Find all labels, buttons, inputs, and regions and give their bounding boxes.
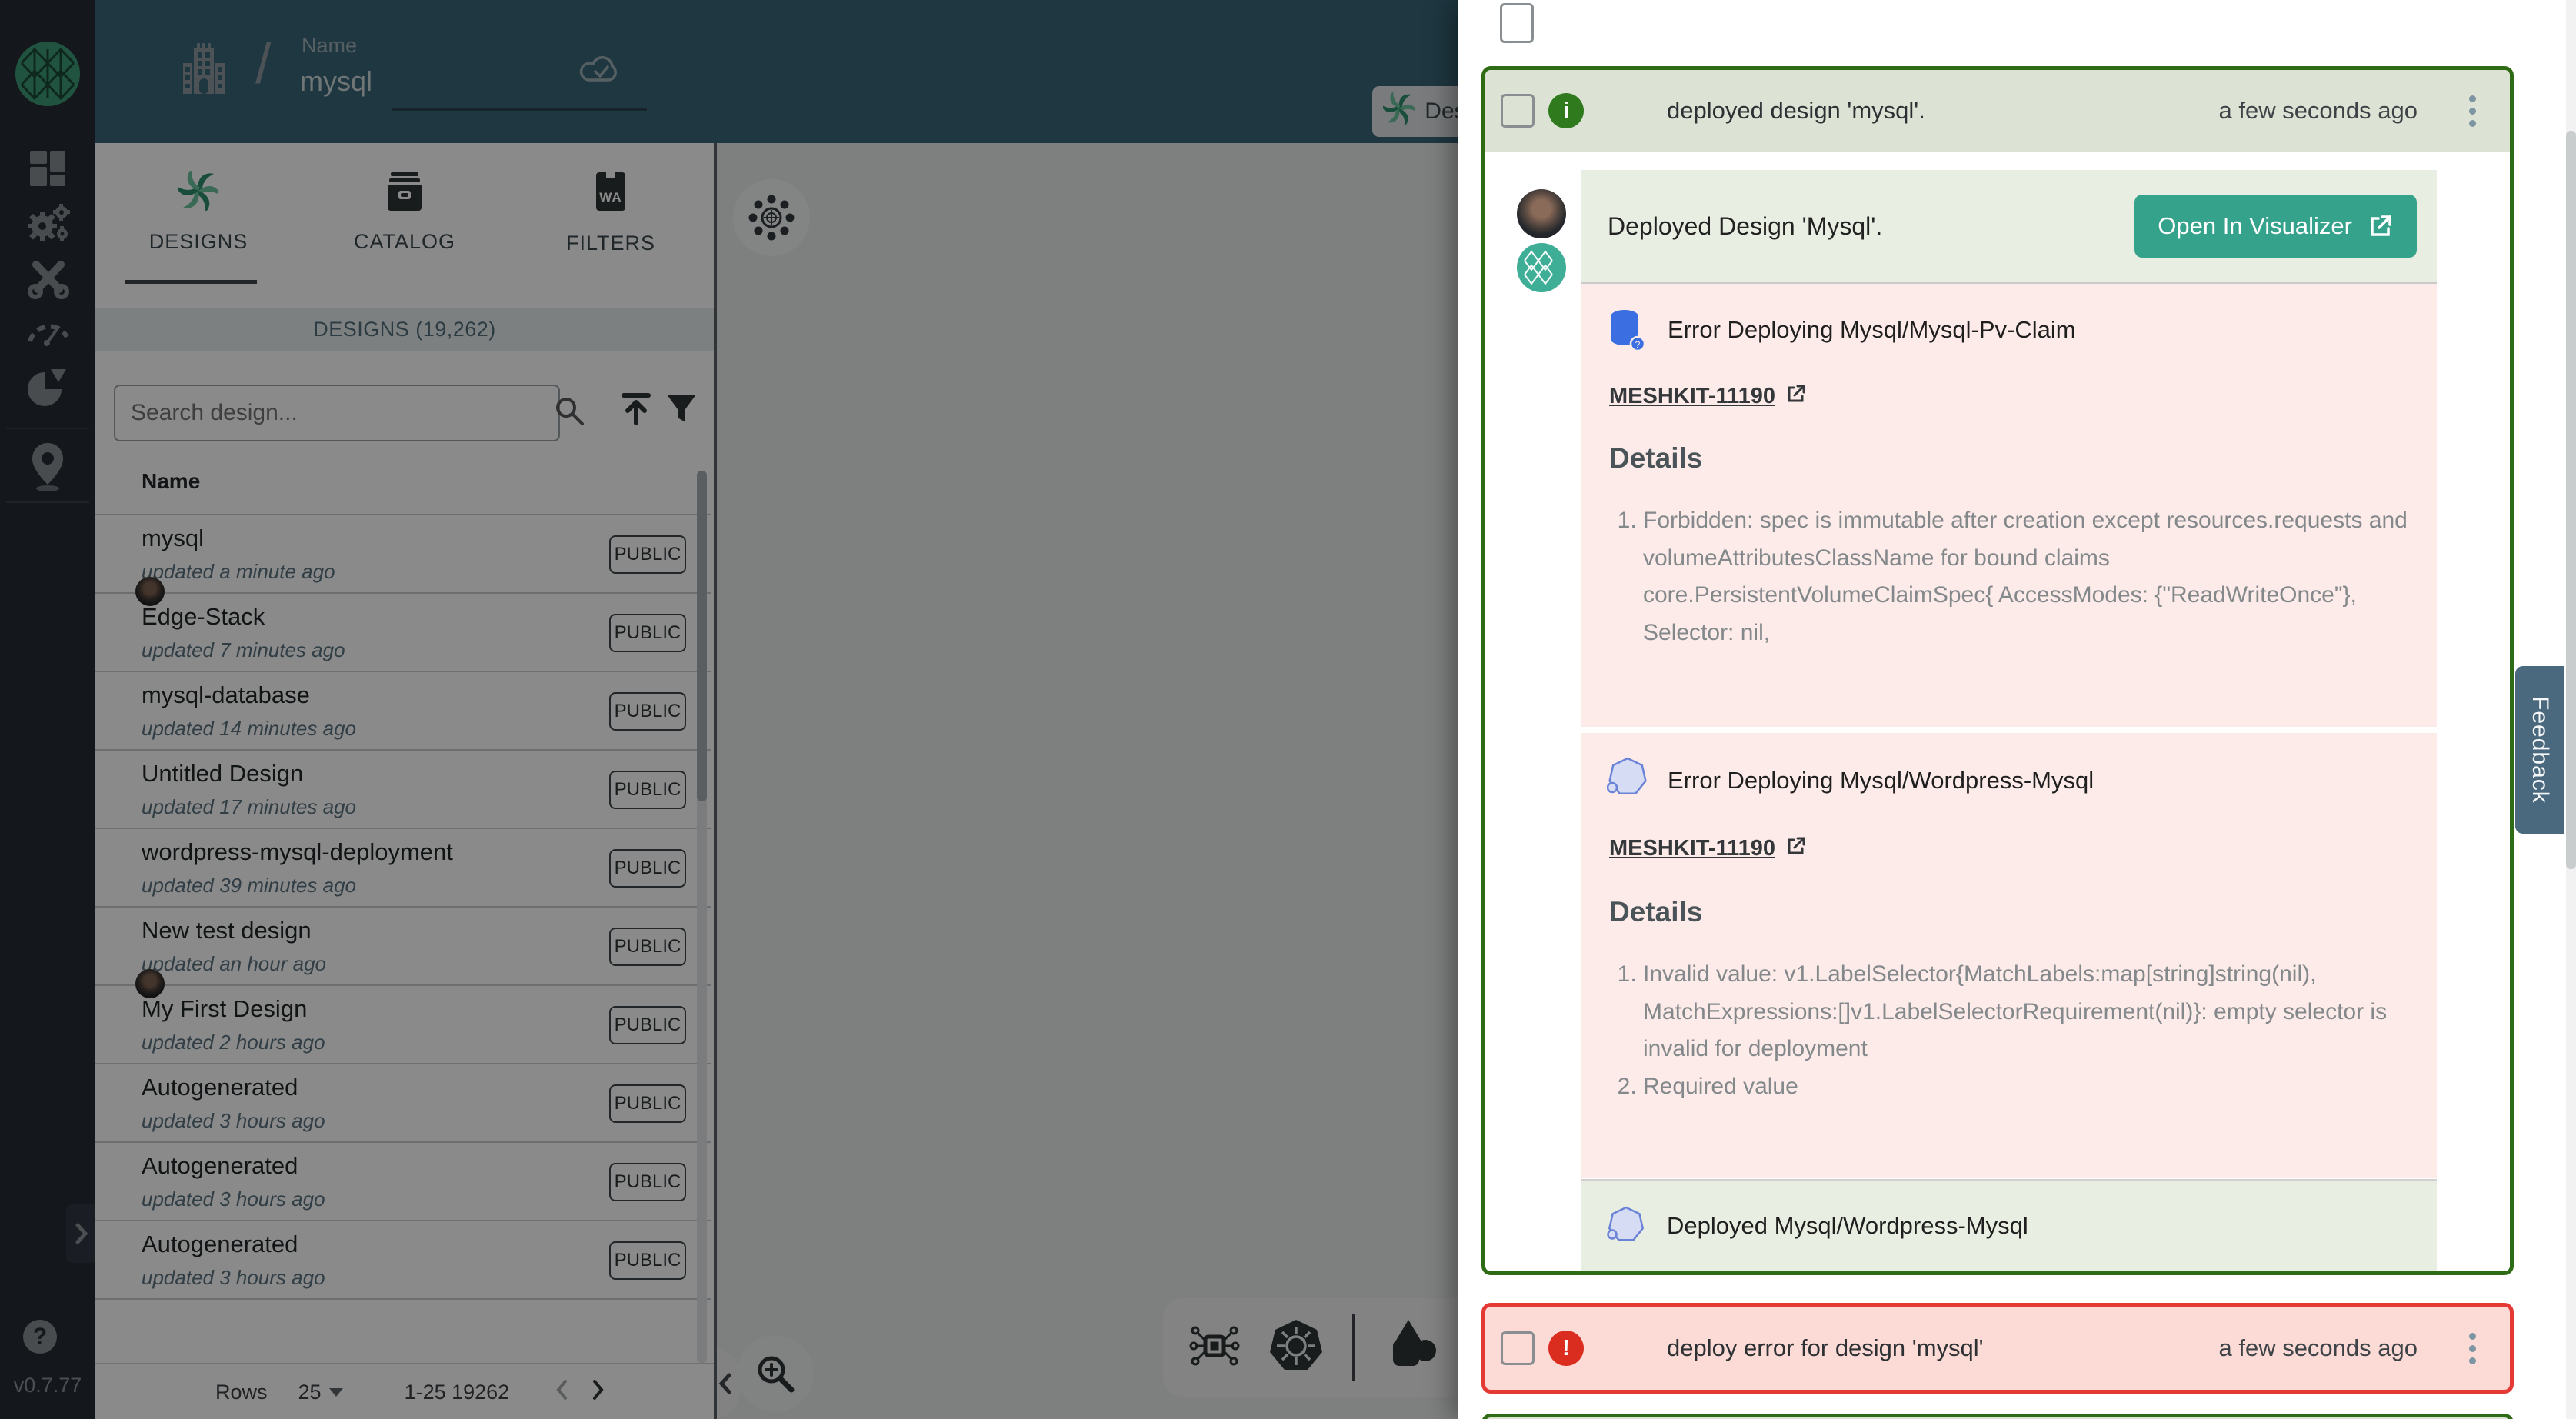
deployment-icon — [1607, 1205, 1645, 1247]
info-icon: i — [1548, 93, 1584, 128]
meshkit-link-label: MESHKIT-11190 — [1609, 384, 1775, 409]
deployment-summary-text: Deployed Design 'Mysql'. — [1608, 212, 1882, 241]
deployed-success-row: Deployed Mysql/Wordpress-Mysql — [1581, 1179, 2437, 1271]
notification-title: deploy error for design 'mysql' — [1667, 1334, 1984, 1362]
more-menu-icon[interactable] — [2469, 95, 2476, 127]
meshkit-link[interactable]: MESHKIT-11190 — [1609, 836, 1806, 861]
error-section: ? Error Deploying Mysql/Mysql-Pv-Claim M… — [1581, 284, 2437, 727]
details-heading: Details — [1609, 896, 1702, 928]
notification-panel: i deployed design 'mysql'. a few seconds… — [1458, 0, 2576, 1419]
error-detail-item: Required value — [1643, 1074, 1798, 1099]
open-in-visualizer-label: Open In Visualizer — [2158, 212, 2352, 240]
deployed-success-text: Deployed Mysql/Wordpress-Mysql — [1667, 1212, 2028, 1240]
notification-title: deployed design 'mysql'. — [1667, 97, 1925, 125]
svg-text:?: ? — [1635, 339, 1641, 350]
database-icon: ? — [1608, 308, 1645, 355]
open-in-visualizer-button[interactable]: Open In Visualizer — [2134, 195, 2417, 258]
error-details-list: Invalid value: v1.LabelSelector{MatchLab… — [1609, 956, 2420, 1105]
external-link-icon — [2368, 213, 2394, 239]
notification-time: a few seconds ago — [2218, 1334, 2418, 1362]
error-title: Error Deploying Mysql/Mysql-Pv-Claim — [1668, 316, 2076, 344]
error-detail-item: Invalid value: v1.LabelSelector{MatchLab… — [1643, 961, 2387, 1061]
external-link-icon — [1786, 836, 1806, 856]
feedback-label: Feedback — [2527, 696, 2553, 804]
more-menu-icon[interactable] — [2469, 1333, 2476, 1364]
error-section: Error Deploying Mysql/Wordpress-Mysql ME… — [1581, 733, 2437, 1178]
meshery-avatar — [1517, 243, 1566, 292]
notification-card-deployed: i deployed design 'mysql'. a few seconds… — [1481, 66, 2514, 1275]
details-heading: Details — [1609, 442, 1702, 475]
deployment-icon — [1607, 756, 1648, 801]
notification-card-partial — [1481, 1414, 2514, 1419]
notification-checkbox[interactable] — [1500, 3, 1534, 43]
external-link-icon — [1786, 384, 1806, 404]
notification-checkbox[interactable] — [1501, 94, 1535, 128]
deployment-summary-row: Deployed Design 'Mysql'. Open In Visuali… — [1581, 170, 2437, 284]
error-title: Error Deploying Mysql/Wordpress-Mysql — [1668, 767, 2094, 794]
meshery-app: ? v0.7.77 / Name — [0, 0, 2576, 1419]
error-details-list: Forbidden: spec is immutable after creat… — [1609, 502, 2420, 651]
error-detail-item: Forbidden: spec is immutable after creat… — [1643, 508, 2408, 645]
meshkit-link-label: MESHKIT-11190 — [1609, 836, 1775, 861]
notification-card-header[interactable]: i deployed design 'mysql'. a few seconds… — [1485, 70, 2510, 152]
user-avatar — [1517, 189, 1566, 238]
meshkit-link[interactable]: MESHKIT-11190 — [1609, 384, 1806, 409]
notification-time: a few seconds ago — [2218, 97, 2418, 125]
feedback-tab[interactable]: Feedback — [2515, 666, 2564, 834]
error-icon: ! — [1548, 1331, 1584, 1366]
notification-card-header[interactable]: ! deploy error for design 'mysql' a few … — [1485, 1307, 2510, 1390]
page-scrollbar-thumb[interactable] — [2566, 131, 2576, 869]
notification-card-error: ! deploy error for design 'mysql' a few … — [1481, 1303, 2514, 1394]
notification-checkbox[interactable] — [1501, 1331, 1535, 1365]
